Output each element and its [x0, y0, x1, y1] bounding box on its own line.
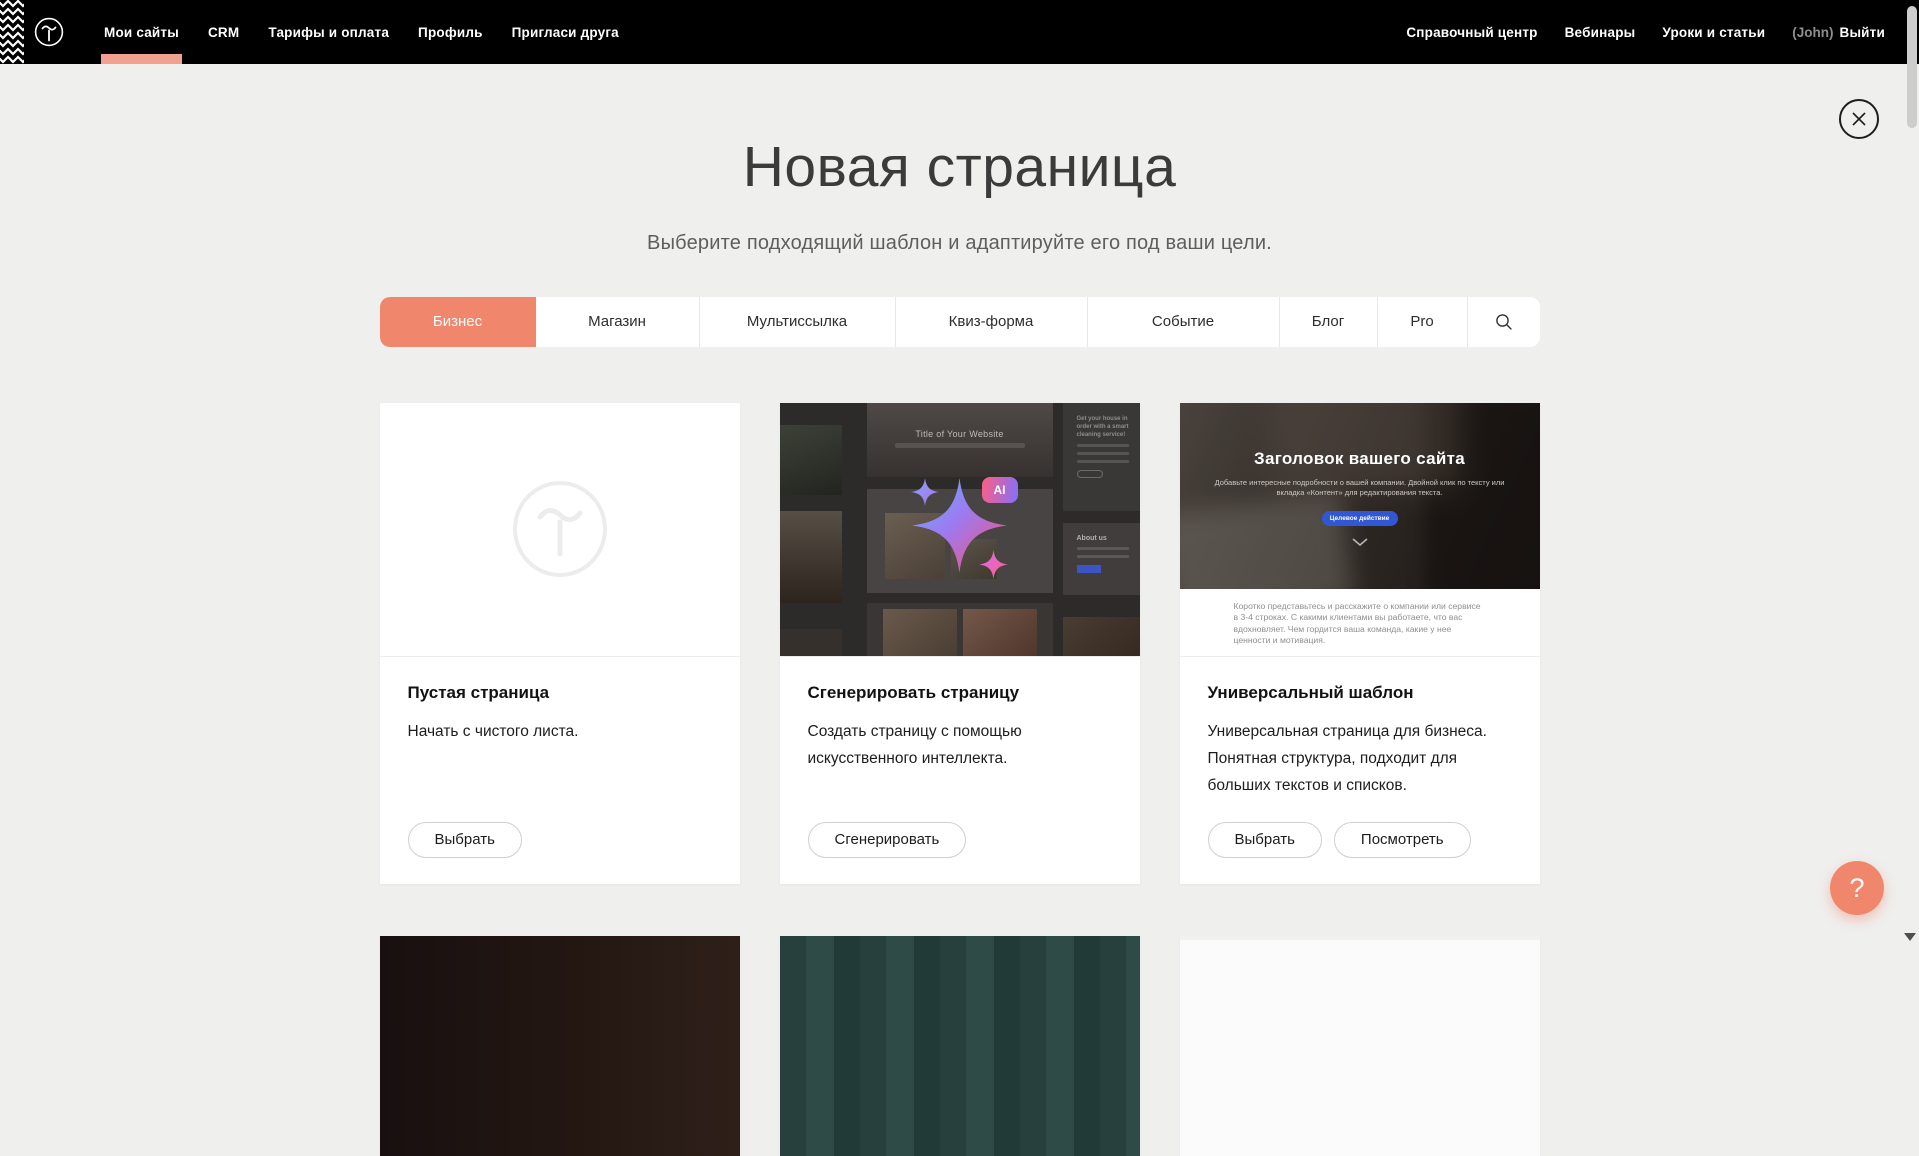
- tab-multilink[interactable]: Мультиссылка: [700, 297, 896, 347]
- nav-item-lessons[interactable]: Уроки и статьи: [1662, 0, 1765, 64]
- template-cards-row-2: [380, 936, 1540, 1156]
- nav-item-webinars[interactable]: Вебинары: [1565, 0, 1636, 64]
- tab-search[interactable]: [1468, 297, 1540, 347]
- page-subtitle: Выберите подходящий шаблон и адаптируйте…: [0, 232, 1919, 255]
- template-cards-row: Пустая страница Начать с чистого листа. …: [380, 403, 1540, 884]
- ai-badge: AI: [982, 477, 1018, 503]
- template-hero-section: Заголовок вашего сайта Добавьте интересн…: [1180, 403, 1540, 589]
- collage-site-subtitle-line: [895, 443, 1025, 448]
- generate-button[interactable]: Сгенерировать: [808, 822, 967, 858]
- search-icon: [1495, 313, 1513, 331]
- card-template-teal[interactable]: [780, 936, 1140, 1156]
- scrollbar-down-arrow-icon[interactable]: [1904, 933, 1916, 941]
- zigzag-pattern-decoration: [0, 0, 24, 64]
- tab-blog[interactable]: Блог: [1280, 297, 1378, 347]
- card-description: Универсальная страница для бизнеса. Поня…: [1208, 718, 1512, 799]
- tab-shop[interactable]: Магазин: [536, 297, 700, 347]
- card-blank-page[interactable]: Пустая страница Начать с чистого листа. …: [380, 403, 740, 884]
- template-category-tabs: Бизнес Магазин Мультиссылка Квиз-форма С…: [380, 297, 1540, 347]
- navbar-right-menu: Справочный центр Вебинары Уроки и статьи…: [1406, 0, 1885, 64]
- nav-item-my-sites[interactable]: Мои сайты: [104, 0, 179, 64]
- collage-site-hero: Title of Your Website: [867, 403, 1053, 477]
- universal-template-preview: Заголовок вашего сайта Добавьте интересн…: [1180, 403, 1540, 657]
- card-template-light[interactable]: [1180, 936, 1540, 1156]
- collage-photo-sofa: [780, 511, 842, 603]
- choose-blank-button[interactable]: Выбрать: [408, 822, 522, 858]
- collage-site-title: Title of Your Website: [867, 429, 1053, 439]
- close-button[interactable]: [1839, 99, 1879, 139]
- card-title: Сгенерировать страницу: [808, 683, 1112, 703]
- template-cta-button: Целевое действие: [1322, 511, 1398, 526]
- card-universal-template[interactable]: Заголовок вашего сайта Добавьте интересн…: [1180, 403, 1540, 884]
- template-hero-subtitle: Добавьте интересные подробности о вашей …: [1215, 478, 1505, 498]
- ai-preview-collage: Title of Your Website Get your house in …: [780, 403, 1140, 657]
- card-description: Начать с чистого листа.: [408, 718, 712, 745]
- card-generate-ai[interactable]: Title of Your Website Get your house in …: [780, 403, 1140, 884]
- collage-photo-people-left: [780, 629, 842, 657]
- card-template-dark[interactable]: [380, 936, 740, 1156]
- card-description: Создать страницу с помощью искусственног…: [808, 718, 1112, 772]
- card-title: Пустая страница: [408, 683, 712, 703]
- card-title: Универсальный шаблон: [1208, 683, 1512, 703]
- collage-people-block: [867, 603, 1053, 657]
- top-navbar: Мои сайты CRM Тарифы и оплата Профиль Пр…: [0, 0, 1919, 64]
- preview-template-button[interactable]: Посмотреть: [1334, 822, 1471, 858]
- tab-pro[interactable]: Pro: [1378, 297, 1468, 347]
- navbar-left-menu: Мои сайты CRM Тарифы и оплата Профиль Пр…: [104, 0, 619, 64]
- collage-interior-block: [867, 489, 1053, 593]
- blank-page-preview: [380, 403, 740, 657]
- collage-photo-right-bottom: [1063, 617, 1140, 657]
- help-button[interactable]: ?: [1830, 861, 1884, 915]
- scrollbar-thumb[interactable]: [1907, 6, 1917, 128]
- tab-quiz-form[interactable]: Квиз-форма: [896, 297, 1088, 347]
- nav-item-crm[interactable]: CRM: [208, 0, 239, 64]
- nav-item-invite-friend[interactable]: Пригласи друга: [512, 0, 619, 64]
- template-body-text: Коротко представьтесь и расскажите о ком…: [1234, 601, 1486, 647]
- collage-about-card: About us: [1063, 523, 1140, 595]
- user-name-label: (John): [1792, 25, 1833, 40]
- template-hero-title: Заголовок вашего сайта: [1254, 449, 1465, 469]
- chevron-down-icon: [1352, 538, 1368, 546]
- logout-link[interactable]: Выйти: [1840, 25, 1886, 40]
- collage-photo-desk: [780, 425, 842, 495]
- tab-business[interactable]: Бизнес: [380, 297, 536, 347]
- collage-about-heading: About us: [1077, 535, 1140, 542]
- tilda-logo-icon[interactable]: [34, 17, 64, 47]
- nav-item-profile[interactable]: Профиль: [418, 0, 483, 64]
- tilda-watermark-icon: [512, 480, 608, 578]
- collage-cleaning-heading: Get your house in order with a smart cle…: [1077, 415, 1135, 439]
- choose-template-button[interactable]: Выбрать: [1208, 822, 1322, 858]
- nav-item-help-center[interactable]: Справочный центр: [1406, 0, 1537, 64]
- close-icon: [1850, 110, 1868, 128]
- nav-item-tariffs[interactable]: Тарифы и оплата: [268, 0, 389, 64]
- page-background: { "navbar": { "items_left": [ { "label":…: [0, 0, 1919, 944]
- user-session: (John) Выйти: [1792, 25, 1885, 40]
- page-title: Новая страница: [0, 138, 1919, 198]
- tab-event[interactable]: Событие: [1088, 297, 1280, 347]
- collage-text-card: Get your house in order with a smart cle…: [1063, 403, 1140, 511]
